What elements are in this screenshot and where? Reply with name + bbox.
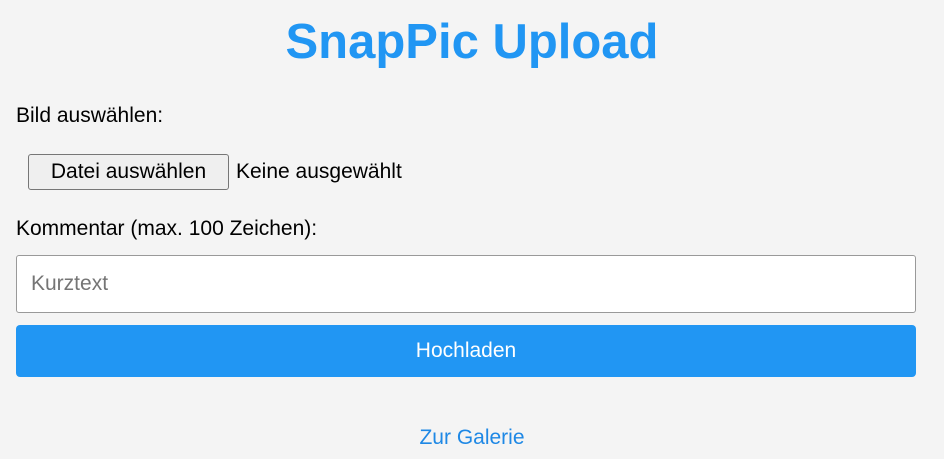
gallery-link[interactable]: Zur Galerie bbox=[0, 426, 944, 450]
comment-label: Kommentar (max. 100 Zeichen): bbox=[16, 217, 318, 240]
image-label: Bild auswählen: bbox=[16, 104, 164, 127]
upload-button[interactable]: Hochladen bbox=[16, 325, 916, 377]
file-status: Keine ausgewählt bbox=[236, 160, 402, 183]
comment-input[interactable] bbox=[16, 255, 916, 313]
choose-file-button[interactable]: Datei auswählen bbox=[28, 154, 229, 190]
page-title: SnapPic Upload bbox=[285, 15, 659, 69]
